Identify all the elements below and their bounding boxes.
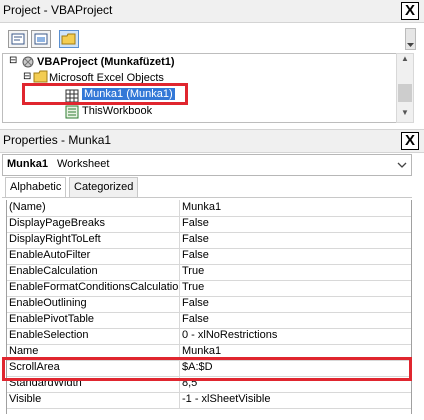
property-name: EnableOutlining — [9, 297, 87, 309]
property-row[interactable]: EnableAutoFilter False — [7, 248, 411, 265]
property-grid: (Name) Munka1 DisplayPageBreaks False Disp… — [6, 200, 412, 414]
property-row[interactable]: EnablePivotTable False — [7, 312, 411, 329]
view-object-icon — [34, 33, 48, 45]
project-node-label[interactable]: VBAProject (Munkafüzet1) — [37, 56, 175, 68]
property-value[interactable]: False — [182, 313, 209, 325]
property-value[interactable]: -1 - xlSheetVisible — [182, 393, 270, 405]
scroll-up-icon[interactable]: ▲ — [397, 54, 413, 68]
property-row[interactable]: (Name) Munka1 — [7, 200, 411, 217]
property-row-scrollarea[interactable]: ScrollArea $A:$D — [7, 360, 411, 377]
property-name: EnableCalculation — [9, 265, 98, 277]
project-window-title: Project - VBAProject — [3, 3, 113, 17]
property-name: EnableSelection — [9, 329, 89, 341]
toggle-folders-icon — [61, 33, 76, 45]
view-object-button[interactable] — [31, 30, 51, 48]
tab-alphabetic[interactable]: Alphabetic — [5, 177, 67, 198]
properties-window-titlebar: Properties - Munka1 X — [0, 129, 424, 153]
property-name: DisplayPageBreaks — [9, 217, 105, 229]
chevron-down-icon — [397, 162, 407, 168]
tree-item-thisworkbook[interactable]: ThisWorkbook — [82, 105, 152, 117]
project-tree[interactable]: ⊟ VBAProject (Munkafüzet1) ⊟ Microsoft E… — [2, 53, 397, 123]
toolbar-scroll-button[interactable] — [405, 28, 416, 50]
property-value[interactable]: 0 - xlNoRestrictions — [182, 329, 277, 341]
property-row[interactable]: StandardWidth 8,5 — [7, 376, 411, 393]
property-name: EnableFormatConditionsCalculation — [9, 281, 179, 293]
property-value[interactable]: False — [182, 297, 209, 309]
property-name: EnableAutoFilter — [9, 249, 91, 261]
property-row[interactable]: DisplayRightToLeft False — [7, 232, 411, 249]
scroll-thumb[interactable] — [398, 84, 412, 102]
workbook-icon — [65, 105, 79, 122]
object-selector-combobox[interactable]: Munka1 Worksheet — [2, 154, 412, 176]
property-row[interactable]: EnableCalculation True — [7, 264, 411, 281]
folder-icon — [33, 70, 49, 87]
property-value[interactable]: False — [182, 233, 209, 245]
property-name: Name — [9, 345, 39, 357]
property-row[interactable]: DisplayPageBreaks False — [7, 216, 411, 233]
chevron-down-icon — [407, 43, 414, 47]
property-name: StandardWidth — [9, 377, 82, 389]
property-value[interactable]: Munka1 — [182, 201, 221, 213]
properties-close-button[interactable]: X — [401, 132, 419, 150]
view-code-icon — [11, 33, 25, 45]
property-name: DisplayRightToLeft — [9, 233, 101, 245]
tab-categorized[interactable]: Categorized — [69, 177, 139, 197]
properties-window-title: Properties - Munka1 — [3, 133, 112, 147]
property-value[interactable]: $A:$D — [182, 361, 213, 373]
property-name: EnablePivotTable — [9, 313, 95, 325]
view-code-button[interactable] — [8, 30, 28, 48]
project-window-titlebar: Project - VBAProject X — [0, 0, 424, 23]
property-row[interactable]: Name Munka1 — [7, 344, 411, 361]
property-name: ScrollArea — [9, 361, 60, 373]
property-value[interactable]: True — [182, 281, 204, 293]
properties-tabs: Alphabetic Categorized — [2, 177, 412, 198]
property-name: Visible — [9, 393, 42, 405]
property-row[interactable]: EnableSelection 0 - xlNoRestrictions — [7, 328, 411, 345]
sheet-icon — [65, 89, 79, 106]
property-row[interactable]: EnableFormatConditionsCalculation True — [7, 280, 411, 297]
tree-item-munka1[interactable]: Munka1 (Munka1) — [82, 88, 175, 100]
property-value[interactable]: True — [182, 265, 204, 277]
property-value[interactable]: False — [182, 249, 209, 261]
property-row[interactable]: Visible -1 - xlSheetVisible — [7, 392, 411, 409]
object-type: Worksheet — [57, 158, 110, 170]
property-value[interactable]: Munka1 — [182, 345, 221, 357]
property-name: (Name) — [9, 201, 46, 213]
object-name: Munka1 — [7, 158, 48, 170]
scroll-down-icon[interactable]: ▼ — [397, 108, 413, 122]
property-value[interactable]: 8,5 — [182, 377, 197, 389]
tree-vertical-scrollbar[interactable]: ▲ ▼ — [396, 53, 414, 123]
toggle-folders-button[interactable] — [59, 30, 79, 48]
folder-node-label[interactable]: Microsoft Excel Objects — [49, 72, 164, 84]
collapse-toggle[interactable]: ⊟ — [9, 55, 17, 66]
project-close-button[interactable]: X — [401, 2, 419, 20]
property-value[interactable]: False — [182, 217, 209, 229]
property-row[interactable]: EnableOutlining False — [7, 296, 411, 313]
folder-collapse-toggle[interactable]: ⊟ — [23, 71, 31, 82]
